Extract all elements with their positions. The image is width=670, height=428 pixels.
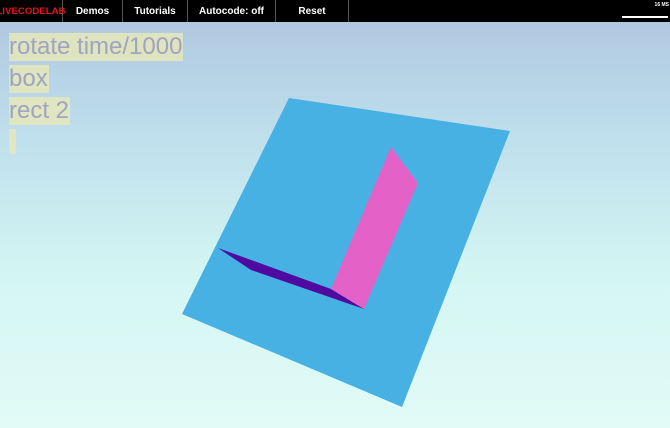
code-line[interactable]: box (9, 65, 49, 93)
demos-menu[interactable]: Demos (63, 0, 123, 22)
tutorials-menu[interactable]: Tutorials (123, 0, 188, 22)
stats-graph (622, 16, 668, 18)
menu-bar: LIVECODELAB Demos Tutorials Autocode: of… (0, 0, 670, 22)
stats-text: 16 MS (654, 2, 669, 8)
reset-button[interactable]: Reset (276, 0, 349, 22)
rotating-rect (182, 98, 510, 407)
livecodelab-window: LIVECODELAB Demos Tutorials Autocode: of… (0, 0, 670, 428)
code-editor[interactable]: rotate time/1000 box rect 2 (9, 33, 184, 154)
editor-cursor-line[interactable] (9, 129, 16, 154)
code-line[interactable]: rect 2 (9, 97, 71, 125)
code-line[interactable]: rotate time/1000 (9, 33, 184, 61)
brand-logo[interactable]: LIVECODELAB (0, 0, 65, 22)
autocode-toggle[interactable]: Autocode: off (188, 0, 276, 22)
fps-stats-widget[interactable]: 16 MS (620, 0, 670, 22)
